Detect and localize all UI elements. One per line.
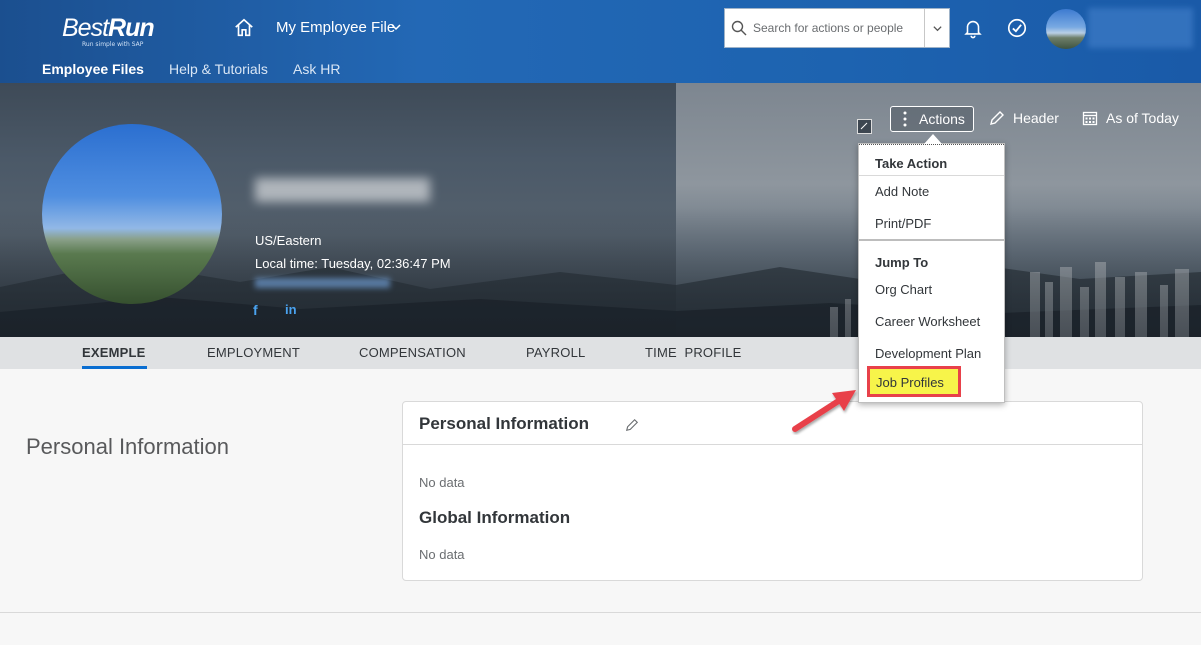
search-input[interactable]: Search for actions or people [753, 21, 924, 35]
subnav-help-tutorials[interactable]: Help & Tutorials [169, 61, 268, 77]
pencil-icon [990, 111, 1004, 125]
menu-item-add-note[interactable]: Add Note [875, 184, 929, 199]
card-header: Personal Information [403, 402, 1142, 445]
menu-divider [859, 175, 1004, 176]
linkedin-icon[interactable]: in [285, 302, 297, 317]
app-title[interactable]: My Employee File [276, 19, 395, 36]
edit-header-button[interactable]: Header [989, 110, 1059, 126]
section-tab-bar [0, 337, 1201, 369]
search-field[interactable]: Search for actions or people [724, 8, 950, 48]
collapse-header-icon[interactable] [857, 119, 872, 134]
chevron-down-icon[interactable] [390, 21, 402, 33]
job-profiles-label: Job Profiles [876, 375, 944, 390]
search-icon [725, 9, 753, 47]
tab-employment[interactable]: EMPLOYMENT [207, 345, 300, 360]
menu-item-development-plan[interactable]: Development Plan [875, 346, 981, 361]
menu-item-org-chart[interactable]: Org Chart [875, 282, 932, 297]
shell-bar: BestRun Run simple with SAP My Employee … [0, 0, 1201, 83]
divider [0, 612, 1201, 613]
search-scope-dropdown[interactable] [924, 9, 949, 47]
more-vertical-icon [903, 111, 907, 127]
local-time-label: Local time: Tuesday, 02:36:47 PM [255, 256, 451, 271]
employee-name-redacted[interactable] [255, 178, 430, 202]
card-title: Personal Information [419, 414, 590, 433]
actions-menu: Take Action Add Note Print/PDF Jump To O… [858, 143, 1005, 403]
tab-exemple[interactable]: EXEMPLE [82, 345, 146, 360]
menu-focus-border [859, 144, 1004, 145]
todo-check-icon[interactable] [1006, 17, 1028, 39]
tab-compensation[interactable]: COMPENSATION [359, 345, 466, 360]
notifications-bell-icon[interactable] [962, 17, 984, 39]
active-tab-indicator [82, 366, 147, 369]
timezone-label: US/Eastern [255, 233, 322, 248]
user-name-redacted[interactable] [1088, 8, 1193, 48]
profile-header-banner: US/Eastern Local time: Tuesday, 02:36:47… [0, 83, 1201, 337]
calendar-icon [1082, 111, 1098, 126]
subnav-ask-hr[interactable]: Ask HR [293, 61, 340, 77]
menu-group-jump-to: Jump To [875, 255, 929, 270]
profile-photo[interactable] [42, 124, 222, 304]
section-title: Personal Information [26, 434, 229, 459]
tab-time-profile[interactable]: TIME PROFILE [645, 345, 742, 360]
email-link-redacted[interactable] [255, 278, 390, 288]
as-of-today-button[interactable]: As of Today [1082, 110, 1179, 126]
menu-item-print-pdf[interactable]: Print/PDF [875, 216, 931, 231]
menu-group-take-action: Take Action [875, 156, 948, 171]
menu-item-career-worksheet[interactable]: Career Worksheet [875, 314, 980, 329]
user-avatar[interactable] [1046, 9, 1086, 49]
facebook-icon[interactable]: f [253, 302, 258, 318]
header-label: Header [1013, 110, 1059, 126]
home-icon[interactable] [233, 17, 255, 39]
actions-button[interactable]: Actions [890, 106, 974, 132]
subnav-employee-files[interactable]: Employee Files [42, 61, 144, 77]
tab-payroll[interactable]: PAYROLL [526, 345, 585, 360]
annotation-arrow-icon [792, 390, 856, 432]
global-information-title: Global Information [419, 508, 571, 527]
no-data-text: No data [419, 475, 465, 490]
actions-label: Actions [919, 111, 965, 127]
logo-tagline: Run simple with SAP [82, 41, 144, 48]
personal-information-card: Personal Information No data Global Info… [402, 401, 1143, 581]
menu-caret [924, 134, 942, 144]
no-data-text: No data [419, 547, 465, 562]
bestrun-logo[interactable]: BestRun [62, 14, 155, 43]
edit-pencil-icon[interactable] [625, 418, 639, 432]
menu-item-job-profiles[interactable]: Job Profiles [867, 366, 961, 397]
as-of-label: As of Today [1106, 110, 1179, 126]
menu-divider [859, 239, 1004, 241]
